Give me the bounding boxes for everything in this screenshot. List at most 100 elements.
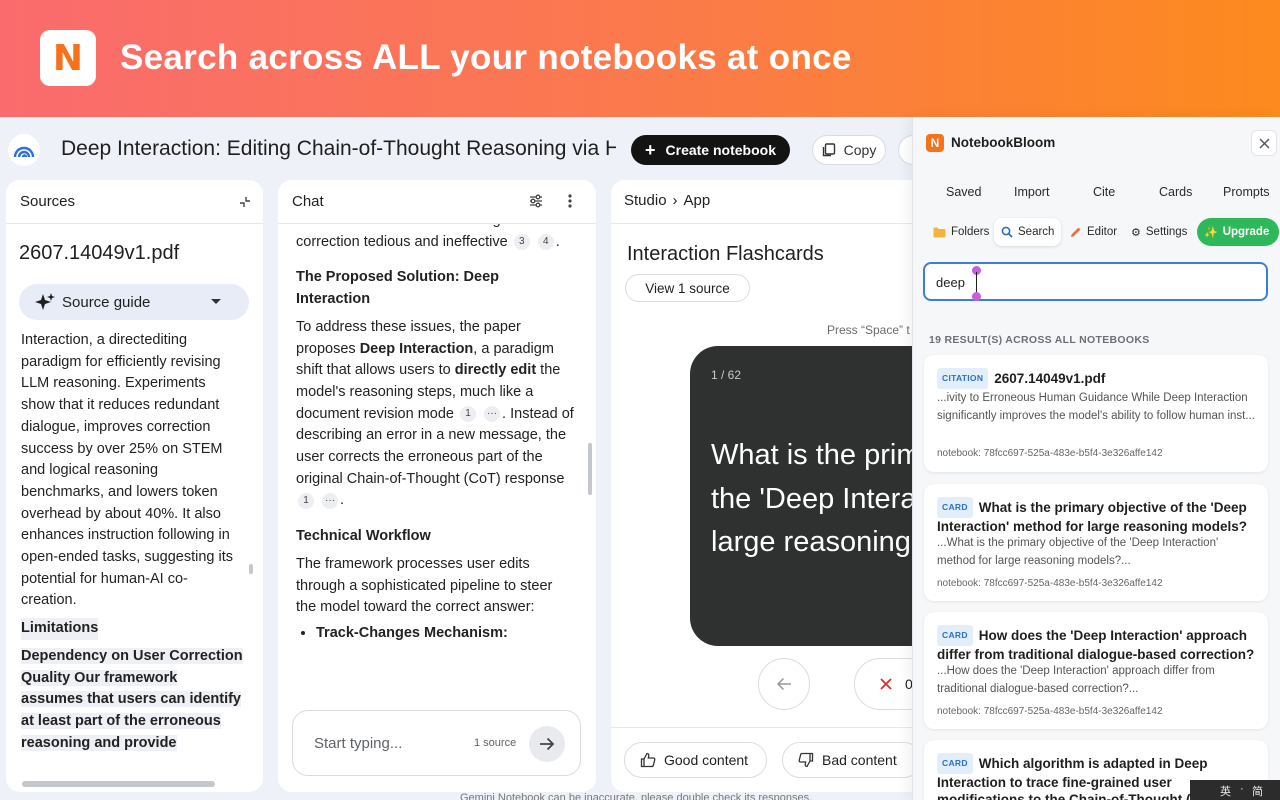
folders-tool[interactable]: Folders xyxy=(926,218,996,246)
result-title: 2607.14049v1.pdf xyxy=(994,371,1106,386)
result-title-row: CARD How does the 'Deep Interaction' appr… xyxy=(937,625,1257,663)
bad-content-label: Bad content xyxy=(822,752,897,768)
citation-chip[interactable]: 1 xyxy=(460,405,477,422)
citation-chip[interactable]: 3 xyxy=(513,233,530,250)
tune-icon[interactable] xyxy=(529,194,543,208)
studio-divider xyxy=(611,727,931,728)
disclaimer-text: Gemini Notebook can be inaccurate, pleas… xyxy=(460,792,813,800)
chat-input-placeholder[interactable]: Start typing... xyxy=(314,735,402,752)
tab-cite[interactable]: Cite xyxy=(1093,185,1115,199)
notebook-title[interactable]: Deep Interaction: Editing Chain-of-Thoug… xyxy=(61,137,616,161)
citation-more-chip[interactable]: ··· xyxy=(322,492,339,509)
thumbs-down-icon xyxy=(798,752,814,768)
result-tag: CARD xyxy=(937,497,973,518)
copy-button[interactable]: Copy xyxy=(812,135,886,165)
source-file-name[interactable]: 2607.14049v1.pdf xyxy=(19,242,179,265)
arrow-right-icon xyxy=(540,737,555,751)
upgrade-label: Upgrade xyxy=(1222,226,1270,238)
results-count: 19 RESULT(S) ACROSS ALL NOTEBOOKS xyxy=(929,334,1150,346)
result-card[interactable]: CARD What is the primary objective of the… xyxy=(924,484,1268,601)
result-tag: CARD xyxy=(937,753,973,774)
create-notebook-button[interactable]: + Create notebook xyxy=(631,135,790,165)
settings-tool[interactable]: ⚙ Settings xyxy=(1124,218,1194,246)
upgrade-button[interactable]: ✨ Upgrade xyxy=(1197,218,1279,246)
chat-scrollbar[interactable] xyxy=(588,443,592,495)
chat-header: Chat xyxy=(278,180,596,224)
chat-bold: directly edit xyxy=(454,362,537,379)
folder-icon xyxy=(933,227,946,237)
ime-mode[interactable]: 简 xyxy=(1252,783,1263,799)
editor-tool[interactable]: Editor xyxy=(1063,218,1124,246)
result-snippet: ...How does the 'Deep Interaction' appro… xyxy=(937,665,1215,695)
source-guide-toggle[interactable]: Source guide xyxy=(19,284,249,320)
tab-cards[interactable]: Cards xyxy=(1159,185,1192,199)
good-content-button[interactable]: Good content xyxy=(624,742,767,778)
chat-bullet-list: Track-Changes Mechanism: xyxy=(316,623,576,645)
view-source-button[interactable]: View 1 source xyxy=(625,274,750,302)
tab-import[interactable]: Import xyxy=(1014,185,1049,199)
breadcrumb: Studio › App xyxy=(624,192,710,209)
editor-label: Editor xyxy=(1087,226,1118,238)
flashcard[interactable]: 1 / 62 What is the prim the 'Deep Intera… xyxy=(690,346,931,646)
chat-response: data can make traditional dialogue based… xyxy=(296,210,576,645)
tab-saved[interactable]: Saved xyxy=(946,185,981,199)
ime-indicator[interactable]: 英 xyxy=(1220,783,1231,799)
drawer-toolbar: Folders Search Editor ⚙ Settings ✨ Upgra… xyxy=(913,218,1280,248)
search-tool[interactable]: Search xyxy=(994,218,1062,246)
result-snippet: ...What is the primary objective of the … xyxy=(937,537,1219,567)
bad-content-button[interactable]: Bad content xyxy=(782,742,922,778)
send-button[interactable] xyxy=(529,726,565,762)
drawer-tabs: Saved Import Cite Cards Prompts xyxy=(913,185,1280,205)
citation-more-chip[interactable]: ··· xyxy=(484,405,501,422)
sources-title: Sources xyxy=(20,193,76,210)
more-vert-icon[interactable] xyxy=(568,194,572,208)
citation-chip[interactable]: 1 xyxy=(298,492,314,509)
sources-panel: Sources 2607.14049v1.pdf Source guide In… xyxy=(6,180,263,792)
close-drawer-button[interactable] xyxy=(1251,130,1277,156)
selection-handle[interactable] xyxy=(972,292,981,301)
close-icon xyxy=(1259,138,1269,148)
tray-separator: · xyxy=(1240,783,1244,795)
citation-chip[interactable]: 4 xyxy=(537,233,554,250)
gear-icon: ⚙ xyxy=(1131,226,1141,239)
breadcrumb-studio[interactable]: Studio xyxy=(624,192,667,209)
chat-input-box[interactable]: Start typing... 1 source xyxy=(292,710,581,776)
sparkles-icon: ✨ xyxy=(1204,226,1218,239)
notebookbloom-panel: N NotebookBloom Saved Import Cite Cards … xyxy=(912,117,1280,800)
thumbs-up-icon xyxy=(640,752,656,768)
collapse-panel-icon[interactable] xyxy=(238,195,252,209)
banner-headline: Search across ALL your notebooks at once xyxy=(120,38,852,77)
sparkle-icon xyxy=(35,293,55,310)
search-input[interactable]: deep xyxy=(923,262,1268,301)
tab-prompts[interactable]: Prompts xyxy=(1223,185,1270,199)
source-count: 1 source xyxy=(474,737,517,749)
sources-hscrollbar[interactable] xyxy=(22,781,215,787)
guide-summary: Interaction, a directediting paradigm fo… xyxy=(21,332,233,609)
flashcards-title: Interaction Flashcards xyxy=(627,243,824,265)
dependency-paragraph: Dependency on User Correction Quality Ou… xyxy=(21,646,243,755)
text-cursor xyxy=(976,272,977,294)
result-title-row: CITATION 2607.14049v1.pdf xyxy=(937,368,1257,389)
notebooklm-logo-icon[interactable] xyxy=(8,134,40,166)
system-tray: 英 · 简 xyxy=(1190,780,1280,800)
chat-paragraph-3: The framework processes user edits throu… xyxy=(296,555,553,616)
chat-panel: data can make traditional dialogue based… xyxy=(278,180,596,792)
card-counter: 1 / 62 xyxy=(711,368,742,382)
previous-card-button[interactable] xyxy=(758,658,810,710)
studio-header: Studio › App xyxy=(611,180,931,224)
limitations-heading: Limitations xyxy=(21,618,99,640)
pencil-icon xyxy=(1071,227,1081,237)
sources-scrollbar[interactable] xyxy=(249,564,253,574)
chevron-down-icon xyxy=(211,299,221,304)
result-title: Which algorithm is adapted in Deep Inter… xyxy=(937,756,1230,800)
result-snippet: ...ivity to Erroneous Human Guidance Whi… xyxy=(937,392,1255,422)
result-card[interactable]: CARD How does the 'Deep Interaction' appr… xyxy=(924,612,1268,729)
result-card[interactable]: CITATION 2607.14049v1.pdf ...ivity to Err… xyxy=(924,355,1268,472)
copy-icon xyxy=(822,143,835,157)
dependency-text: Dependency on User Correction Quality Ou… xyxy=(21,647,243,751)
result-title: What is the primary objective of the 'De… xyxy=(937,500,1248,534)
chat-bullet: Track-Changes Mechanism: xyxy=(316,623,576,645)
notebookbloom-small-logo: N xyxy=(926,134,944,152)
drawer-title: NotebookBloom xyxy=(951,135,1056,150)
chat-heading-solution: The Proposed Solution: Deep Interaction xyxy=(296,269,500,308)
